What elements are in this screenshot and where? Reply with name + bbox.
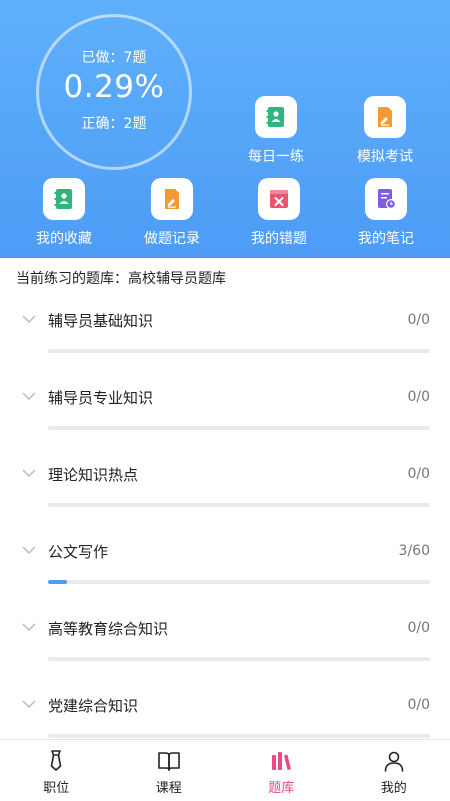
wrong-book-icon [258,178,300,220]
chevron-down-icon[interactable] [22,468,36,478]
list-item[interactable]: 辅导员专业知识 0/0 [0,373,450,450]
daily-practice-button[interactable]: 每日一练 [231,96,321,166]
daily-practice-label: 每日一练 [231,146,321,166]
correct-count: 正确：2题 [39,113,189,133]
list-item[interactable]: 高等教育综合知识 0/0 [0,604,450,681]
question-bank-icon [269,749,293,773]
tab-jobs[interactable]: 职位 [0,740,113,801]
subject-count: 0/0 [407,466,430,482]
subject-progress-bar [48,657,430,661]
exam-pencil-icon [364,96,406,138]
tab-label: 我的 [381,777,407,796]
subject-count: 3/60 [399,543,430,559]
practice-records-button[interactable]: 做题记录 [127,178,217,248]
favorites-label: 我的收藏 [19,228,109,248]
mistakes-label: 我的错题 [234,228,324,248]
notes-label: 我的笔记 [341,228,431,248]
mock-exam-label: 模拟考试 [340,146,430,166]
subject-progress-bar [48,580,430,584]
chevron-down-icon[interactable] [22,622,36,632]
subject-progress-bar [48,349,430,353]
subject-name: 辅导员专业知识 [48,387,153,408]
subject-count: 0/0 [407,620,430,636]
tie-icon [44,749,68,773]
chevron-down-icon[interactable] [22,545,36,555]
current-question-bank: 当前练习的题库：高校辅导员题库 [16,268,226,288]
subject-name: 公文写作 [48,541,108,562]
list-item[interactable]: 公文写作 3/60 [0,527,450,604]
stats-header: 已做：7题 0.29% 正确：2题 每日一练 模拟考试 我的收藏 做题记录 我的… [0,0,450,258]
notes-button[interactable]: 我的笔记 [341,178,431,248]
progress-ring: 已做：7题 0.29% 正确：2题 [36,14,192,170]
subject-progress-fill [48,580,67,584]
subject-progress-bar [48,503,430,507]
note-clock-icon [365,178,407,220]
subject-progress-bar [48,734,430,738]
chevron-down-icon[interactable] [22,699,36,709]
subject-name: 高等教育综合知识 [48,618,168,639]
subject-progress-bar [48,426,430,430]
bottom-tab-bar: 职位 课程 题库 我的 [0,739,450,801]
subject-count: 0/0 [407,389,430,405]
mock-exam-button[interactable]: 模拟考试 [340,96,430,166]
tab-courses[interactable]: 课程 [113,740,226,801]
favorite-book-icon [43,178,85,220]
person-icon [382,749,406,773]
notebook-icon [255,96,297,138]
list-item[interactable]: 理论知识热点 0/0 [0,450,450,527]
subject-list: 辅导员基础知识 0/0 辅导员专业知识 0/0 理论知识热点 0/0 公文写作 … [0,296,450,758]
tab-label: 职位 [43,777,69,796]
mistakes-button[interactable]: 我的错题 [234,178,324,248]
done-count: 已做：7题 [39,47,189,67]
favorites-button[interactable]: 我的收藏 [19,178,109,248]
tab-question-bank[interactable]: 题库 [225,740,338,801]
open-book-icon [157,749,181,773]
subject-name: 辅导员基础知识 [48,310,153,331]
subject-name: 理论知识热点 [48,464,138,485]
chevron-down-icon[interactable] [22,391,36,401]
tab-profile[interactable]: 我的 [338,740,450,801]
tab-label: 题库 [268,777,294,796]
chevron-down-icon[interactable] [22,314,36,324]
practice-records-label: 做题记录 [127,228,217,248]
tab-label: 课程 [156,777,182,796]
list-item[interactable]: 辅导员基础知识 0/0 [0,296,450,373]
accuracy-percent: 0.29% [39,69,189,105]
record-pencil-icon [151,178,193,220]
subject-count: 0/0 [407,312,430,328]
subject-count: 0/0 [407,697,430,713]
subject-name: 党建综合知识 [48,695,138,716]
